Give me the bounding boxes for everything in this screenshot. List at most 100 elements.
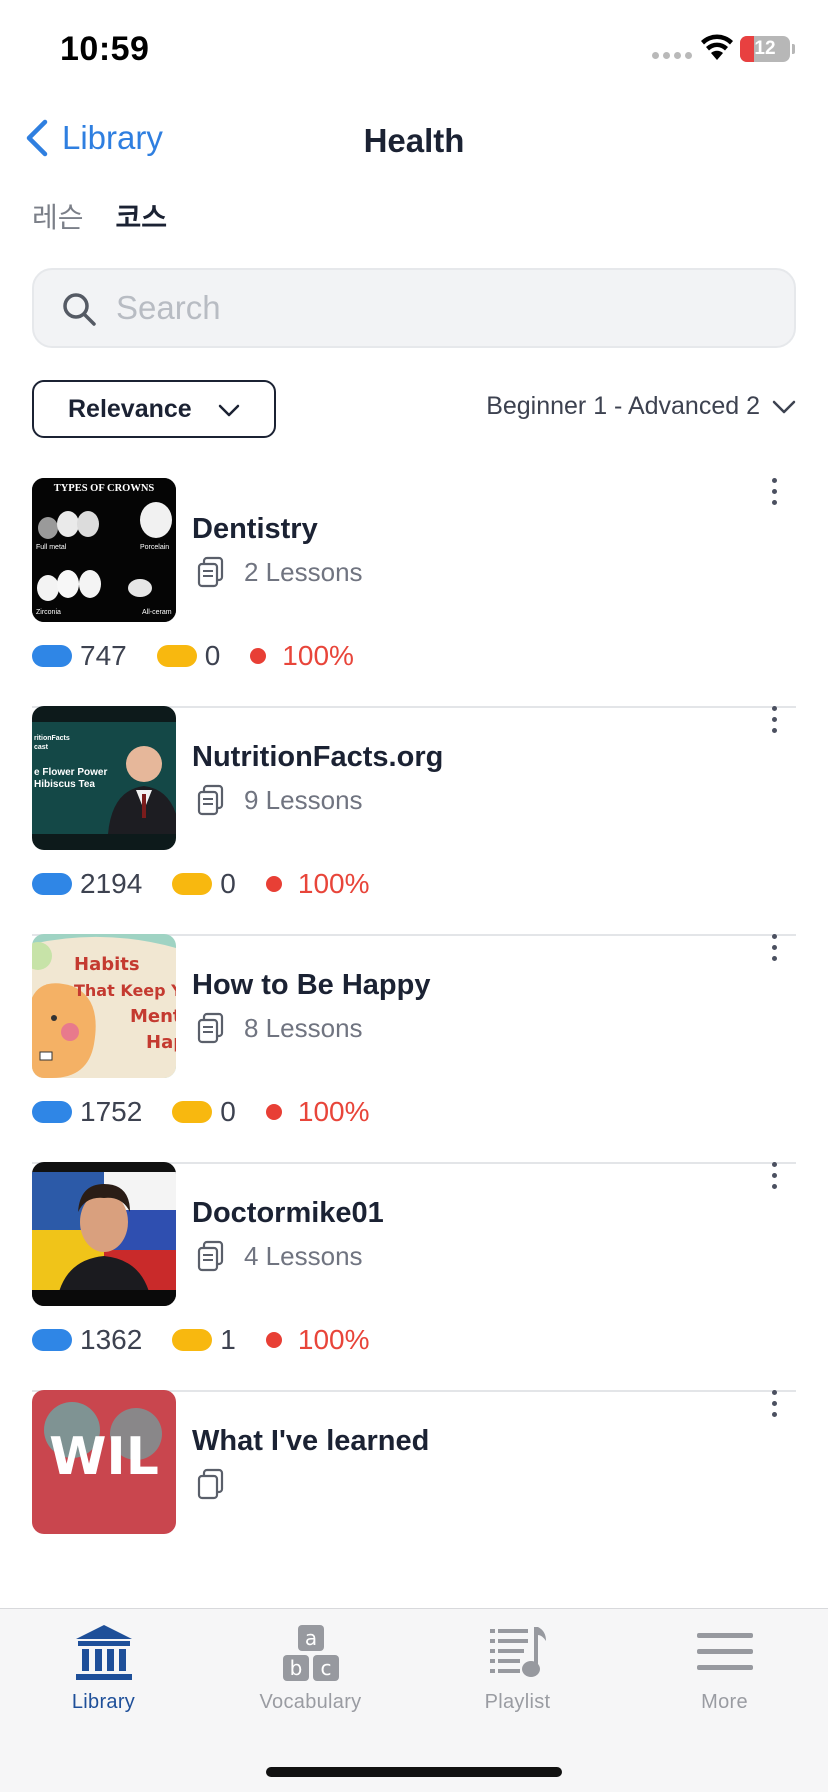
level-label: Beginner 1 - Advanced 2 bbox=[486, 392, 760, 420]
course-title: What I've learned bbox=[192, 1425, 430, 1457]
known-words-icon bbox=[32, 1101, 72, 1123]
course-title: Doctormike01 bbox=[192, 1197, 384, 1229]
lessons-count: 2 Lessons bbox=[244, 556, 363, 587]
lessons-stack-icon bbox=[197, 556, 224, 588]
status-time: 10:59 bbox=[60, 30, 150, 68]
lingq-words-icon bbox=[172, 873, 213, 895]
lessons-count: 8 Lessons bbox=[244, 1012, 363, 1043]
lessons-info: 2 Lessons bbox=[196, 556, 363, 588]
menu-icon bbox=[696, 1633, 753, 1670]
more-options-icon[interactable] bbox=[764, 1390, 784, 1426]
thumbnail-caption: e Flower Power bbox=[34, 767, 107, 778]
lingq-words-icon bbox=[156, 645, 197, 667]
progress-dot-icon bbox=[250, 648, 267, 664]
lingq-words-icon bbox=[172, 1101, 213, 1123]
tab-library[interactable]: Library bbox=[0, 1617, 207, 1717]
svg-text:a: a bbox=[304, 1626, 316, 1650]
sort-dropdown[interactable]: Relevance bbox=[32, 380, 276, 438]
progress-dot-icon bbox=[265, 876, 282, 892]
more-options-icon[interactable] bbox=[764, 706, 784, 742]
course-thumbnail: Habits That Keep Y Ment Hap bbox=[32, 934, 176, 1078]
more-options-icon[interactable] bbox=[764, 478, 784, 514]
tab-more[interactable]: More bbox=[621, 1617, 828, 1717]
lessons-stack-icon bbox=[197, 784, 224, 816]
progress-dot-icon bbox=[265, 1332, 282, 1348]
more-options-icon[interactable] bbox=[764, 1162, 784, 1198]
lessons-info: 9 Lessons bbox=[196, 784, 363, 816]
course-stats: 747 0 100% bbox=[32, 640, 354, 672]
status-bar: 10:59 12 bbox=[0, 0, 828, 100]
course-title: Dentistry bbox=[192, 513, 318, 545]
known-words-icon bbox=[32, 1329, 72, 1351]
doctor-portrait-image bbox=[32, 1162, 176, 1306]
course-item[interactable]: WIL What I've learned bbox=[32, 1360, 796, 1608]
sort-label: Relevance bbox=[68, 394, 192, 423]
known-count: 2194 bbox=[80, 868, 143, 899]
lessons-stack-icon bbox=[197, 1240, 224, 1272]
course-thumbnail: ritionFacts cast e Flower Power Hibiscus… bbox=[32, 706, 176, 850]
course-thumbnail bbox=[32, 1162, 176, 1306]
known-words-icon bbox=[32, 873, 72, 895]
signal-icon bbox=[652, 52, 692, 59]
chevron-down-icon bbox=[772, 400, 796, 413]
svg-text:Porcelain: Porcelain bbox=[140, 544, 169, 551]
course-thumbnail: WIL bbox=[32, 1390, 176, 1534]
course-item[interactable]: TYPES OF CROWNS Full metal Porcelain Zir… bbox=[32, 448, 796, 708]
dental-crowns-image: TYPES OF CROWNS Full metal Porcelain Zir… bbox=[32, 478, 176, 622]
chevron-down-icon bbox=[218, 404, 240, 417]
tab-label: More bbox=[701, 1691, 748, 1713]
svg-text:cast: cast bbox=[34, 744, 49, 751]
course-list: TYPES OF CROWNS Full metal Porcelain Zir… bbox=[0, 448, 828, 1608]
lessons-count: 9 Lessons bbox=[244, 784, 363, 815]
thumbnail-caption: TYPES OF CROWNS bbox=[54, 483, 155, 494]
tab-courses[interactable]: 코스 bbox=[116, 196, 168, 242]
svg-text:All-ceram: All-ceram bbox=[142, 609, 172, 616]
tab-label: Playlist bbox=[484, 1691, 551, 1713]
svg-text:Habits: Habits bbox=[74, 954, 140, 975]
svg-text:That Keep Y: That Keep Y bbox=[74, 981, 176, 1000]
completion-percent: 100% bbox=[282, 640, 354, 671]
completion-percent: 100% bbox=[297, 1324, 370, 1355]
vocabulary-icon: a b c bbox=[282, 1625, 339, 1681]
lingq-count: 0 bbox=[220, 868, 236, 899]
svg-text:ritionFacts: ritionFacts bbox=[34, 735, 70, 742]
course-item[interactable]: Habits That Keep Y Ment Hap How to Be Ha… bbox=[32, 904, 796, 1164]
completion-percent: 100% bbox=[297, 1096, 370, 1127]
course-title: How to Be Happy bbox=[192, 969, 431, 1001]
wifi-icon bbox=[701, 34, 733, 60]
content-tabs: 레슨 코스 bbox=[32, 196, 167, 242]
navigation-bar: Library Health bbox=[0, 100, 828, 180]
lessons-info bbox=[196, 1468, 226, 1500]
course-item[interactable]: ritionFacts cast e Flower Power Hibiscus… bbox=[32, 676, 796, 936]
course-thumbnail: TYPES OF CROWNS Full metal Porcelain Zir… bbox=[32, 478, 176, 622]
lingq-words-icon bbox=[172, 1329, 213, 1351]
tab-lessons[interactable]: 레슨 bbox=[32, 196, 84, 242]
battery-level: 12 bbox=[754, 38, 776, 59]
nutrition-podcast-image: ritionFacts cast e Flower Power Hibiscus… bbox=[32, 706, 176, 850]
tab-playlist[interactable]: Playlist bbox=[414, 1617, 621, 1717]
tab-vocabulary[interactable]: a b c Vocabulary bbox=[207, 1617, 414, 1717]
known-count: 1362 bbox=[80, 1324, 143, 1355]
svg-text:Ment: Ment bbox=[130, 1006, 176, 1027]
known-count: 1752 bbox=[80, 1096, 143, 1127]
search-input[interactable] bbox=[116, 270, 776, 346]
progress-dot-icon bbox=[265, 1104, 282, 1120]
happy-habits-image: Habits That Keep Y Ment Hap bbox=[32, 934, 176, 1078]
svg-text:Hap: Hap bbox=[146, 1032, 176, 1053]
svg-text:c: c bbox=[320, 1656, 331, 1680]
svg-text:Zirconia: Zirconia bbox=[36, 609, 61, 616]
course-stats: 2194 0 100% bbox=[32, 868, 370, 900]
lessons-stack-icon bbox=[197, 1468, 224, 1500]
thumbnail-caption: WIL bbox=[49, 1427, 159, 1487]
level-filter-dropdown[interactable]: Beginner 1 - Advanced 2 bbox=[486, 392, 796, 421]
more-options-icon[interactable] bbox=[764, 934, 784, 970]
course-stats: 1362 1 100% bbox=[32, 1324, 370, 1356]
playlist-icon bbox=[489, 1627, 546, 1677]
course-item[interactable]: Doctormike01 4 Lessons 1362 1 100% bbox=[32, 1132, 796, 1392]
known-words-icon bbox=[32, 645, 72, 667]
lessons-count: 4 Lessons bbox=[244, 1240, 363, 1271]
known-count: 747 bbox=[80, 640, 127, 671]
search-bar[interactable] bbox=[32, 268, 796, 348]
search-icon bbox=[63, 293, 96, 326]
course-stats: 1752 0 100% bbox=[32, 1096, 370, 1128]
